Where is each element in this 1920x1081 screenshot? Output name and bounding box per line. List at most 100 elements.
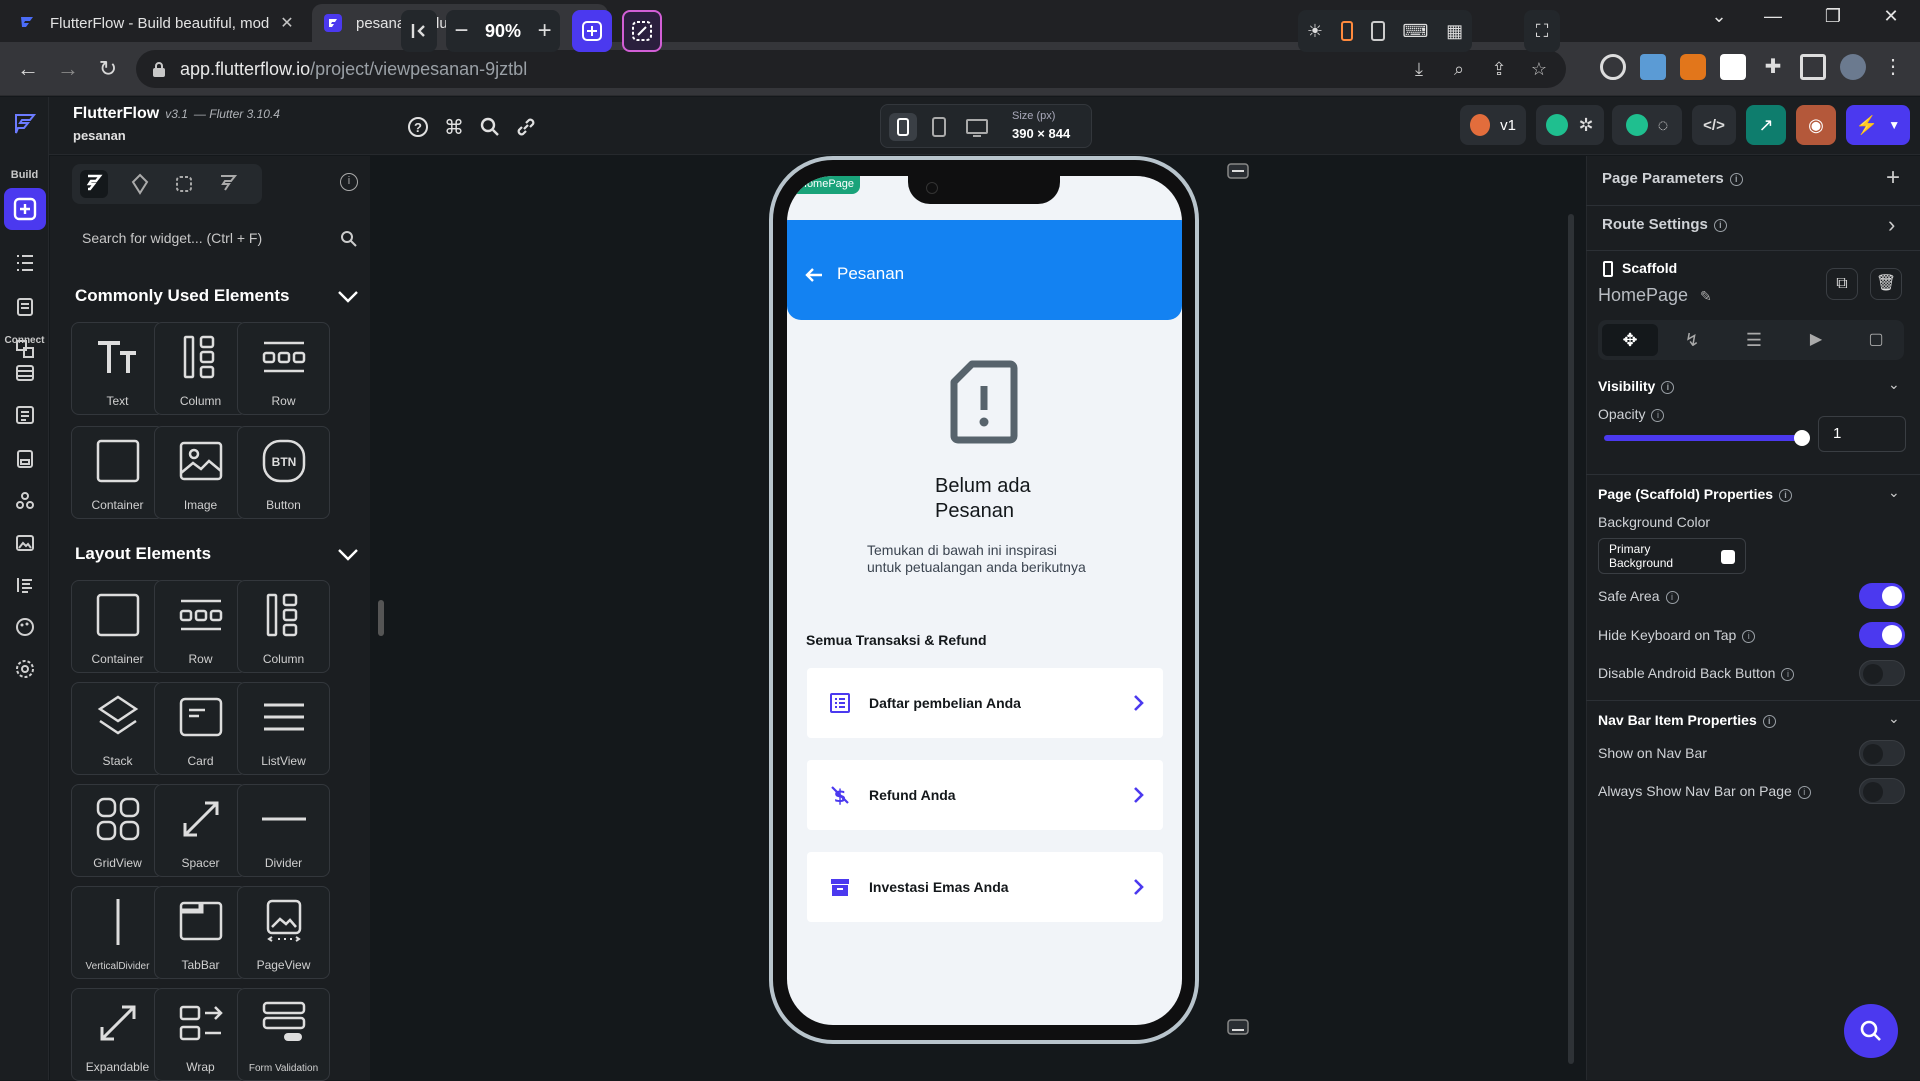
tab-actions[interactable]: ↯: [1664, 324, 1720, 356]
tablet-device-icon[interactable]: [925, 113, 953, 141]
navbar-props-header[interactable]: Nav Bar Item Properties i: [1598, 712, 1776, 728]
collapse-panel-button[interactable]: [401, 10, 437, 52]
always-navbar-toggle[interactable]: [1859, 778, 1905, 804]
debug-button[interactable]: ✲: [1536, 105, 1604, 145]
light-mode-icon[interactable]: ☀: [1307, 21, 1323, 42]
widget-tile-tabbar[interactable]: TabBar: [154, 886, 247, 979]
link-icon[interactable]: [514, 115, 538, 139]
search-icon[interactable]: [340, 230, 358, 248]
phone-device-icon[interactable]: [889, 113, 917, 141]
info-icon[interactable]: i: [1713, 218, 1727, 232]
help-search-button[interactable]: [1844, 1004, 1898, 1058]
widget-tile-gridview[interactable]: GridView: [71, 784, 164, 877]
storyboard-icon[interactable]: [13, 295, 37, 319]
tab-components[interactable]: [170, 170, 198, 198]
app-bar[interactable]: Pesanan: [787, 220, 1182, 320]
duplicate-button[interactable]: ⧉: [1826, 268, 1858, 300]
close-window-icon[interactable]: ✕: [1868, 6, 1914, 27]
info-icon[interactable]: i: [1781, 667, 1795, 681]
widget-panel-scrollbar[interactable]: [378, 600, 384, 636]
chevron-right-icon[interactable]: ›: [1888, 212, 1895, 238]
add-widget-button[interactable]: [572, 10, 612, 52]
info-icon[interactable]: i: [1661, 380, 1675, 394]
grid-icon[interactable]: ▦: [1446, 21, 1463, 42]
close-tab-icon[interactable]: ✕: [278, 13, 296, 33]
info-icon[interactable]: i: [1779, 488, 1793, 502]
theme-icon[interactable]: [13, 615, 37, 639]
puzzle-extensions-icon[interactable]: ✚: [1760, 54, 1786, 80]
chevron-down-icon[interactable]: ⌄: [1888, 484, 1900, 501]
widget-outline-button[interactable]: ⛶: [1524, 10, 1560, 52]
opacity-slider[interactable]: [1604, 435, 1802, 441]
widget-tile-form-validation[interactable]: Form Validation: [237, 988, 330, 1081]
search-icon[interactable]: [478, 115, 502, 139]
widget-tile-container[interactable]: Container: [71, 580, 164, 673]
top-bar-toggle-icon[interactable]: [1224, 160, 1252, 182]
command-palette-icon[interactable]: ⌘: [442, 115, 466, 139]
flutterflow-logo-icon[interactable]: [12, 111, 38, 137]
widget-tile-wrap[interactable]: Wrap: [154, 988, 247, 1081]
info-icon[interactable]: i: [1665, 590, 1679, 604]
bookmark-star-icon[interactable]: ☆: [1528, 59, 1550, 81]
add-parameter-icon[interactable]: +: [1886, 164, 1900, 192]
info-icon[interactable]: i: [1729, 172, 1743, 186]
bg-color-picker[interactable]: Primary Background: [1598, 538, 1746, 574]
bookmark-extension-icon[interactable]: [1720, 54, 1746, 80]
visibility-header[interactable]: Visibility i: [1598, 378, 1675, 394]
keyboard-icon[interactable]: ⌨: [1402, 21, 1428, 42]
tab-animations[interactable]: ▶: [1788, 324, 1844, 356]
api-calls-icon[interactable]: [13, 403, 37, 427]
chevron-down-icon[interactable]: ⌄: [1888, 376, 1900, 393]
edit-name-icon[interactable]: ✎: [1700, 288, 1712, 305]
page-tag[interactable]: HomePage: [787, 176, 861, 194]
widget-tile-card[interactable]: Card: [154, 682, 247, 775]
database-icon[interactable]: [13, 361, 37, 385]
profile-avatar[interactable]: [1840, 54, 1866, 80]
info-icon[interactable]: i: [340, 173, 358, 191]
extension-circle-icon[interactable]: [1600, 54, 1626, 80]
canvas-scrollbar[interactable]: [1568, 214, 1574, 1064]
widget-name[interactable]: HomePage: [1598, 285, 1688, 306]
tab-widgets[interactable]: [80, 170, 108, 198]
scaffold-props-header[interactable]: Page (Scaffold) Properties i: [1598, 486, 1793, 502]
back-arrow-icon[interactable]: [803, 264, 825, 286]
widget-tile-row[interactable]: Row: [237, 322, 330, 415]
disable-back-toggle[interactable]: [1859, 660, 1905, 686]
info-icon[interactable]: i: [1797, 785, 1811, 799]
open-external-button[interactable]: ↗: [1746, 105, 1786, 145]
help-icon[interactable]: ?: [406, 115, 430, 139]
phone-orientation-icon[interactable]: [1340, 21, 1353, 41]
tab-state[interactable]: ▢: [1848, 324, 1904, 356]
widget-tile-divider[interactable]: Divider: [237, 784, 330, 877]
browser-tab-flutterflow-home[interactable]: FlutterFlow - Build beautiful, mod ✕: [6, 4, 308, 42]
install-app-icon[interactable]: ⤓: [1408, 59, 1430, 81]
settings-gear-icon[interactable]: [13, 657, 37, 681]
widget-tile-text[interactable]: Text: [71, 322, 164, 415]
widget-tile-column[interactable]: Column: [154, 322, 247, 415]
maximize-icon[interactable]: ❐: [1810, 6, 1856, 27]
info-icon[interactable]: i: [1762, 714, 1776, 728]
widget-tile-image[interactable]: Image: [154, 426, 247, 519]
reload-icon[interactable]: ↻: [94, 56, 122, 84]
zoom-out-icon[interactable]: −: [454, 17, 468, 45]
minimize-icon[interactable]: —: [1750, 6, 1796, 27]
tab-backend-query[interactable]: ☰: [1726, 324, 1782, 356]
widget-search-input[interactable]: Search for widget... (Ctrl + F): [62, 218, 368, 258]
browser-menu-icon[interactable]: ⋮: [1880, 54, 1906, 80]
tab-search-icon[interactable]: ⌄: [1696, 6, 1742, 27]
zoom-icon[interactable]: ⌕: [1448, 59, 1470, 81]
widget-tile-container[interactable]: Container: [71, 426, 164, 519]
delete-button[interactable]: 🗑: [1870, 268, 1902, 300]
tab-properties[interactable]: ✥: [1602, 324, 1658, 356]
code-view-button[interactable]: </>: [1692, 105, 1736, 145]
custom-code-icon[interactable]: [13, 573, 37, 597]
download-extension-icon[interactable]: [1640, 54, 1666, 80]
safe-area-toggle[interactable]: [1859, 583, 1905, 609]
chevron-down-icon[interactable]: ⌄: [1888, 710, 1900, 727]
route-settings-header[interactable]: Route Settings i: [1602, 216, 1727, 233]
widget-tile-listview[interactable]: ListView: [237, 682, 330, 775]
back-icon[interactable]: ←: [14, 56, 42, 84]
widget-tile-spacer[interactable]: Spacer: [154, 784, 247, 877]
media-assets-icon[interactable]: [13, 531, 37, 555]
run-button[interactable]: ⚡ ▼: [1846, 105, 1910, 145]
